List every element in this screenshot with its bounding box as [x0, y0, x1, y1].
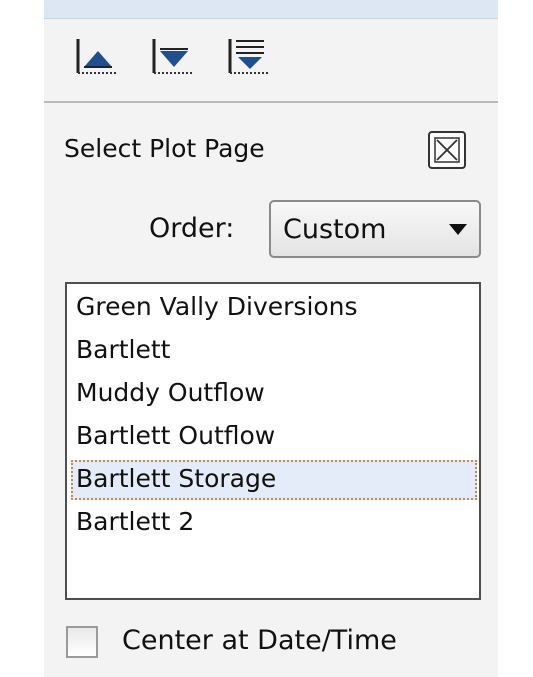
- plot-page-panel: Select Plot Page Order: Custom Green Val…: [44, 0, 498, 677]
- order-label: Order:: [149, 213, 235, 244]
- order-selected-value: Custom: [283, 214, 387, 245]
- list-item[interactable]: Green Vally Diversions: [71, 288, 477, 328]
- move-up-icon: [76, 39, 118, 74]
- list-item[interactable]: Bartlett Storage: [71, 460, 477, 500]
- move-down-icon: [152, 39, 194, 74]
- move-to-bottom-button[interactable]: [224, 33, 276, 81]
- panel-header-strip: [44, 0, 498, 19]
- toolbar: [44, 19, 498, 103]
- plot-page-list[interactable]: Green Vally Diversions Bartlett Muddy Outf…: [65, 282, 481, 600]
- list-item[interactable]: Muddy Outflow: [71, 374, 477, 414]
- center-at-checkbox[interactable]: [66, 626, 98, 658]
- chevron-down-icon: [449, 224, 467, 235]
- close-icon: [434, 137, 460, 163]
- select-plot-page-label: Select Plot Page: [64, 134, 265, 163]
- order-dropdown[interactable]: Custom: [269, 200, 481, 258]
- move-down-button[interactable]: [148, 33, 200, 81]
- move-to-bottom-icon: [228, 39, 270, 74]
- move-up-button[interactable]: [72, 33, 124, 81]
- list-item[interactable]: Bartlett Outflow: [71, 417, 477, 457]
- list-item[interactable]: Bartlett 2: [71, 503, 477, 543]
- center-at-label: Center at Date/Time: [122, 625, 397, 656]
- close-button[interactable]: [428, 131, 466, 169]
- list-item[interactable]: Bartlett: [71, 331, 477, 371]
